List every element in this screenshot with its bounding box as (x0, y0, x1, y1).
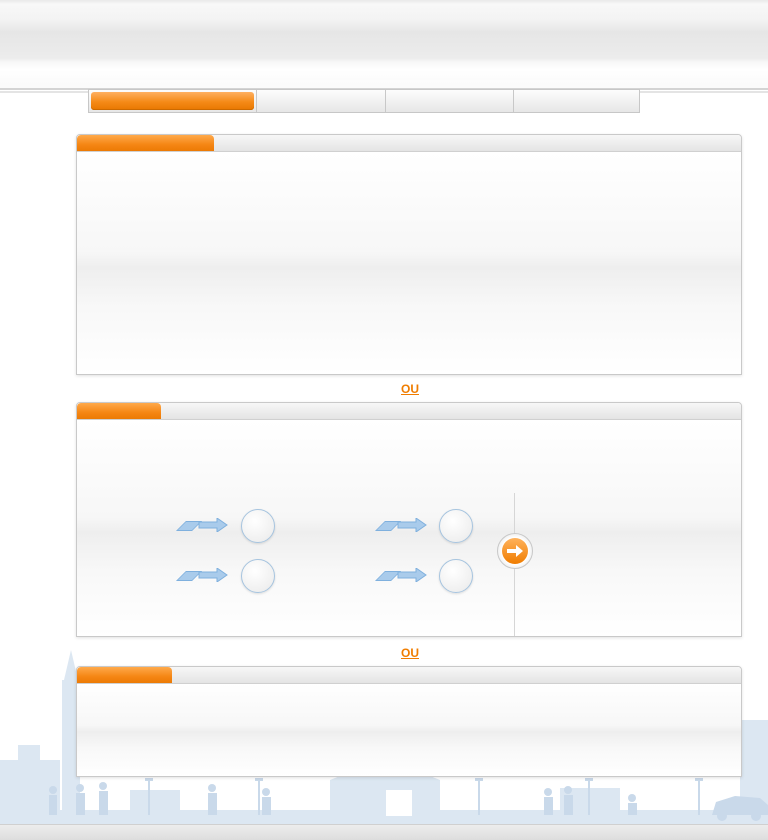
panel-3 (76, 666, 742, 777)
go-button-inner (502, 538, 528, 564)
double-arrow-icon (198, 518, 228, 532)
main-nav-tabs (88, 89, 640, 113)
nav-tab-1[interactable] (89, 90, 257, 112)
panel-1-header (77, 135, 741, 152)
step-radio-1[interactable] (241, 509, 275, 543)
site-header (0, 0, 768, 90)
step-radio-4[interactable] (439, 559, 473, 593)
panel-1-body (77, 152, 741, 374)
arrow-right-icon (507, 545, 523, 557)
panel-1-tab[interactable] (77, 135, 214, 151)
or-separator-1[interactable]: OU (390, 382, 430, 396)
panel-1 (76, 134, 742, 375)
double-arrow-icon (397, 568, 427, 582)
step-radio-3[interactable] (439, 509, 473, 543)
nav-tab-3[interactable] (386, 90, 514, 112)
page-footer (0, 824, 768, 840)
panel-3-tab[interactable] (77, 667, 172, 683)
go-button[interactable] (497, 533, 533, 569)
panel-2-header (77, 403, 741, 420)
nav-tab-2[interactable] (257, 90, 386, 112)
nav-tab-1-highlight (91, 92, 254, 110)
panel-3-header (77, 667, 741, 684)
panel-3-body (77, 684, 741, 776)
panel-2 (76, 402, 742, 637)
nav-tab-4[interactable] (514, 90, 639, 112)
panel-2-tab[interactable] (77, 403, 161, 419)
double-arrow-icon (397, 518, 427, 532)
double-arrow-icon (198, 568, 228, 582)
step-radio-2[interactable] (241, 559, 275, 593)
